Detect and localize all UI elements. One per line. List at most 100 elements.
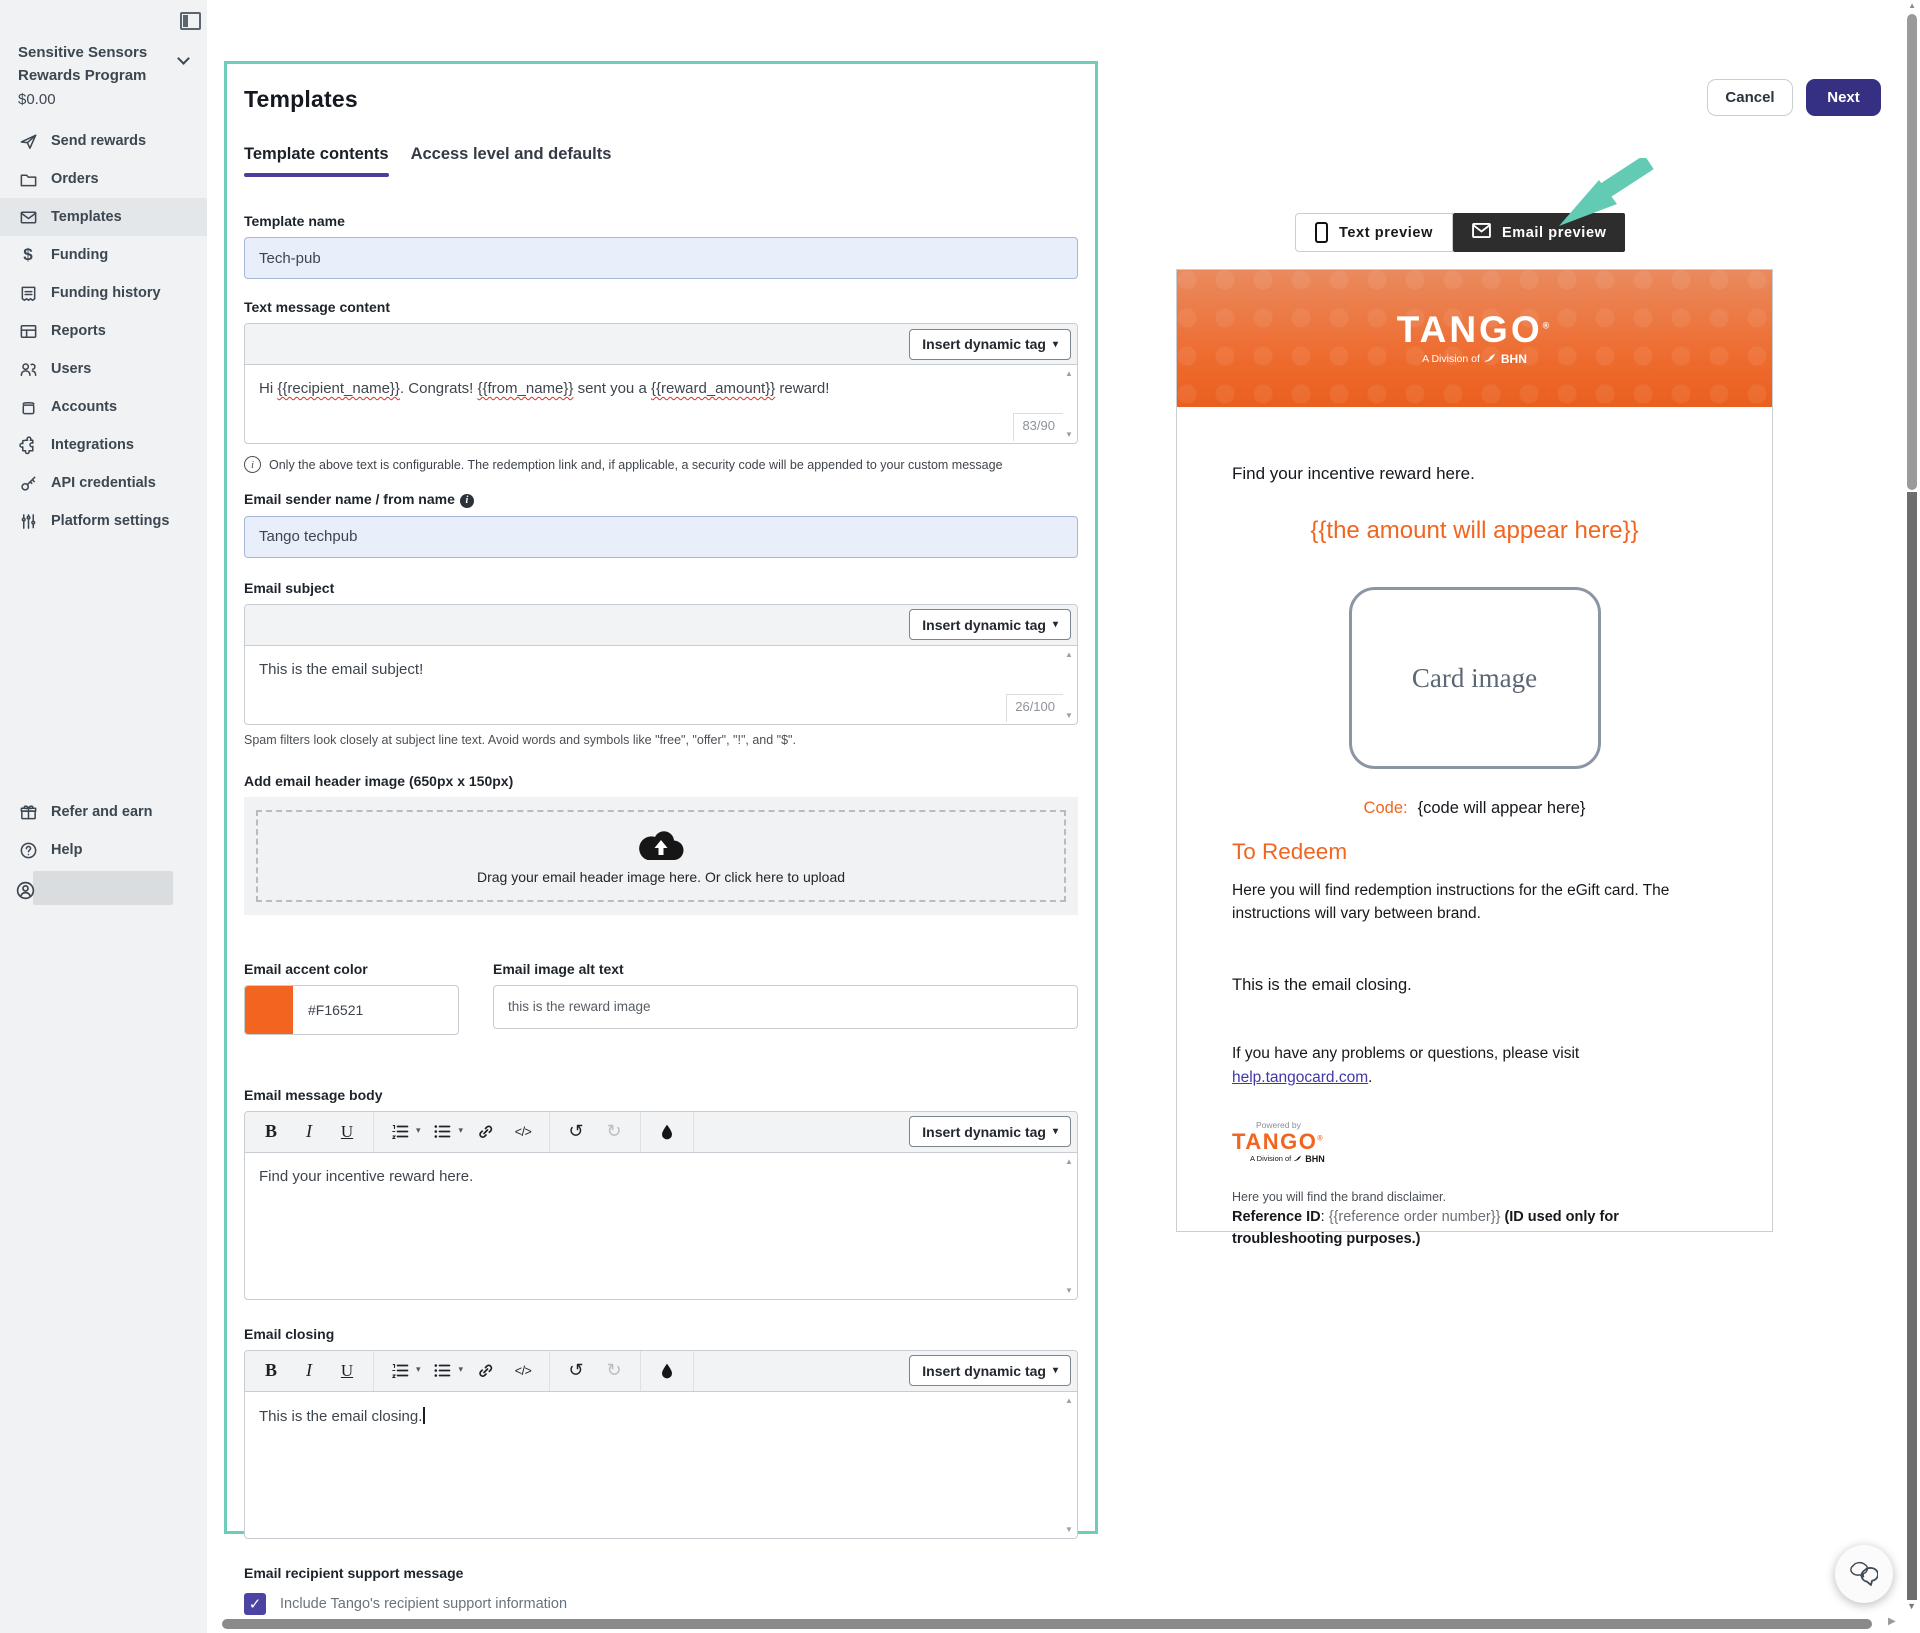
horizontal-scrollbar-thumb[interactable] <box>222 1619 1872 1629</box>
sidebar-item-funding-history[interactable]: Funding history <box>0 274 207 312</box>
users-icon <box>18 359 38 379</box>
template-name-input[interactable]: Tech-pub <box>244 237 1078 279</box>
underline-button[interactable]: U <box>329 1116 365 1148</box>
textarea-scrollbar[interactable]: ▲▼ <box>1064 1157 1074 1295</box>
sidebar-item-platform-settings[interactable]: Platform settings <box>0 502 207 540</box>
italic-button[interactable]: I <box>291 1116 327 1148</box>
link-button[interactable] <box>467 1116 503 1148</box>
email-closing-input[interactable]: This is the email closing. ▲▼ <box>245 1392 1077 1538</box>
email-subject-composer: Insert dynamic tag ▾ This is the email s… <box>244 604 1078 725</box>
caret-down-icon[interactable]: ▾ <box>459 1364 464 1375</box>
puzzle-icon <box>18 435 38 455</box>
caret-down-icon[interactable]: ▾ <box>416 1125 421 1136</box>
sidebar-item-reports[interactable]: Reports <box>0 312 207 350</box>
info-filled-icon[interactable]: i <box>460 494 474 508</box>
tab-template-contents[interactable]: Template contents <box>244 145 389 177</box>
textarea-scrollbar[interactable]: ▲▼ <box>1064 650 1074 720</box>
scrollbar-right-arrow[interactable]: ▶ <box>1888 1616 1896 1627</box>
gift-icon <box>18 802 38 822</box>
email-sender-name-input[interactable]: Tango techpub <box>244 516 1078 558</box>
dollar-icon: $ <box>18 245 38 265</box>
ordered-list-button[interactable] <box>382 1355 418 1387</box>
sidebar-item-help[interactable]: Help <box>0 831 207 869</box>
italic-button[interactable]: I <box>291 1355 327 1387</box>
cancel-button[interactable]: Cancel <box>1707 79 1793 116</box>
bullet-list-button[interactable] <box>425 1116 461 1148</box>
program-name-line1: Sensitive Sensors <box>18 42 190 65</box>
text-message-note: i Only the above text is configurable. T… <box>244 456 1078 473</box>
sidebar-item-label: Integrations <box>51 437 134 453</box>
sliders-icon <box>18 511 38 531</box>
program-switcher[interactable]: Sensitive Sensors Rewards Program $0.00 <box>18 42 190 112</box>
help-link[interactable]: help.tangocard.com <box>1232 1069 1368 1086</box>
include-support-checkbox[interactable]: ✓ <box>244 1593 266 1615</box>
scroll-up-icon: ▲ <box>1065 1396 1073 1405</box>
bold-button[interactable]: B <box>253 1116 289 1148</box>
sidebar-item-label: Funding <box>51 247 108 263</box>
program-name-line2: Rewards Program <box>18 65 190 88</box>
textarea-scrollbar[interactable]: ▲▼ <box>1064 1396 1074 1534</box>
insert-dynamic-tag-button[interactable]: Insert dynamic tag ▾ <box>909 1355 1071 1386</box>
undo-button[interactable]: ↺ <box>558 1355 594 1387</box>
sidebar-nav: Send rewards Orders Templates $ Funding … <box>0 122 207 540</box>
caret-down-icon[interactable]: ▾ <box>459 1125 464 1136</box>
textarea-scrollbar[interactable]: ▲▼ <box>1064 369 1074 439</box>
preview-redeem-instructions: Here you will find redemption instructio… <box>1232 879 1717 926</box>
redo-button[interactable]: ↻ <box>596 1355 632 1387</box>
sidebar-item-refer-and-earn[interactable]: Refer and earn <box>0 793 207 831</box>
preview-support-text: If you have any problems or questions, p… <box>1232 1042 1717 1090</box>
text-color-button[interactable] <box>649 1116 685 1148</box>
caret-down-icon[interactable]: ▾ <box>416 1364 421 1375</box>
sidebar-item-send-rewards[interactable]: Send rewards <box>0 122 207 160</box>
underline-button[interactable]: U <box>329 1355 365 1387</box>
scroll-down-icon: ▼ <box>1065 1286 1073 1295</box>
code-button[interactable]: </> <box>505 1355 541 1387</box>
email-subject-input[interactable]: This is the email subject! 26/100 ▲▼ <box>245 646 1077 724</box>
program-balance: $0.00 <box>18 89 190 112</box>
caret-down-icon: ▾ <box>1053 339 1058 350</box>
accent-color-value: #F16521 <box>308 1002 363 1018</box>
sidebar-item-funding[interactable]: $ Funding <box>0 236 207 274</box>
preview-reference-line: Reference ID: {{reference order number}}… <box>1232 1207 1717 1251</box>
account-row[interactable] <box>0 875 207 915</box>
code-button[interactable]: </> <box>505 1116 541 1148</box>
template-name-label: Template name <box>244 213 1078 229</box>
undo-button[interactable]: ↺ <box>558 1116 594 1148</box>
sidebar-item-label: Refer and earn <box>51 804 153 820</box>
redo-button[interactable]: ↻ <box>596 1116 632 1148</box>
sidebar-item-templates[interactable]: Templates <box>0 198 207 236</box>
tab-access-level-and-defaults[interactable]: Access level and defaults <box>411 145 612 177</box>
dropzone-text: Drag your email header image here. Or cl… <box>477 869 845 885</box>
ordered-list-button[interactable] <box>382 1116 418 1148</box>
sidebar-item-orders[interactable]: Orders <box>0 160 207 198</box>
link-button[interactable] <box>467 1355 503 1387</box>
email-header-image-dropzone[interactable]: Drag your email header image here. Or cl… <box>244 797 1078 915</box>
email-message-body-input[interactable]: Find your incentive reward here. ▲▼ <box>245 1153 1077 1299</box>
sidebar-item-users[interactable]: Users <box>0 350 207 388</box>
sidebar-item-integrations[interactable]: Integrations <box>0 426 207 464</box>
user-circle-icon <box>15 880 36 906</box>
sidebar-item-label: API credentials <box>51 475 156 491</box>
email-accent-color-picker[interactable]: #F16521 <box>244 985 459 1035</box>
template-editor-panel: Templates Template contents Access level… <box>224 61 1098 1534</box>
text-message-input[interactable]: Hi {{recipient_name}}. Congrats! {{from_… <box>245 365 1077 443</box>
sidebar-item-accounts[interactable]: Accounts <box>0 388 207 426</box>
insert-dynamic-tag-button[interactable]: Insert dynamic tag ▾ <box>909 609 1071 640</box>
phone-icon <box>1315 222 1328 243</box>
insert-dynamic-tag-button[interactable]: Insert dynamic tag ▾ <box>909 1116 1071 1147</box>
vertical-scrollbar-track[interactable] <box>1907 492 1917 1600</box>
text-preview-button[interactable]: Text preview <box>1295 213 1453 252</box>
bold-button[interactable]: B <box>253 1355 289 1387</box>
email-image-alt-text-input[interactable]: this is the reward image <box>493 985 1078 1029</box>
table-icon <box>18 321 38 341</box>
chat-launcher-button[interactable] <box>1835 1545 1893 1603</box>
scrollbar-up-arrow[interactable]: ▲ <box>1908 1 1916 10</box>
scrollbar-down-arrow[interactable]: ▼ <box>1907 1601 1916 1611</box>
vertical-scrollbar-thumb[interactable] <box>1907 14 1917 490</box>
bullet-list-button[interactable] <box>425 1355 461 1387</box>
next-button[interactable]: Next <box>1806 79 1881 116</box>
sidebar-item-api-credentials[interactable]: API credentials <box>0 464 207 502</box>
text-color-button[interactable] <box>649 1355 685 1387</box>
insert-dynamic-tag-button[interactable]: Insert dynamic tag ▾ <box>909 329 1071 360</box>
sidebar-collapse-icon[interactable] <box>180 12 201 30</box>
